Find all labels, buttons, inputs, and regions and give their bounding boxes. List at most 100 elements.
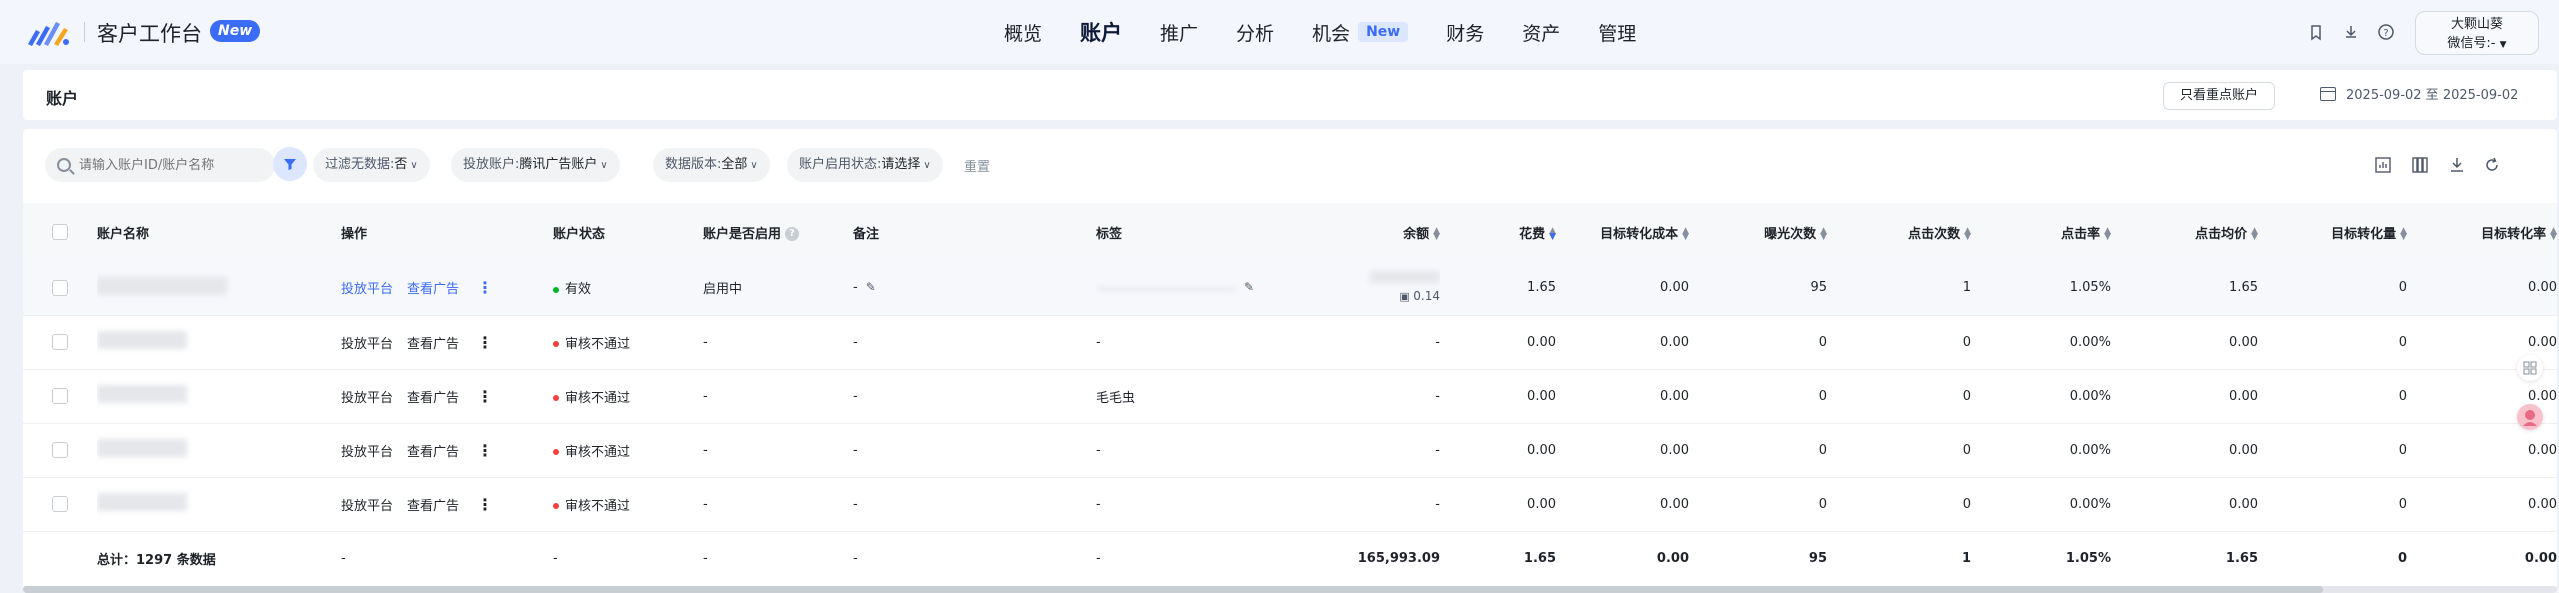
clicks-cell: 0 [1827, 477, 1971, 532]
nav-account[interactable]: 账户 [1080, 17, 1122, 47]
header-conv-rate[interactable]: 目标转化率 ▲ ▼ [2407, 203, 2557, 261]
top-navigation-bar: 客户工作台 New 概览 账户 推广 分析 机会 New 财务 资产 管理 ? 大… [0, 0, 2559, 64]
columns-icon[interactable] [2411, 156, 2429, 174]
account-name-redacted[interactable] [97, 331, 187, 349]
assistant-avatar-icon[interactable] [2517, 404, 2543, 430]
user-account-menu[interactable]: 大颗山葵 微信号:- ▼ [2415, 11, 2539, 55]
filter-enable-status[interactable]: 账户启用状态:请选择 ∨ [787, 148, 943, 182]
more-vertical-icon[interactable]: ⋮ [477, 495, 493, 514]
edit-pencil-icon[interactable]: ✎ [866, 280, 876, 294]
refresh-icon[interactable] [2483, 156, 2501, 174]
total-spacer [23, 531, 97, 585]
more-vertical-icon[interactable]: ⋮ [477, 441, 493, 460]
note-cell: - [853, 477, 1096, 532]
open-platform-link[interactable]: 投放平台 [341, 387, 393, 406]
select-all-checkbox[interactable] [52, 224, 68, 240]
more-vertical-icon[interactable]: ⋮ [477, 387, 493, 406]
nav-analysis[interactable]: 分析 [1236, 19, 1274, 46]
sort-icon: ▲ ▼ [2400, 226, 2407, 242]
clicks-cell: 1 [1827, 261, 1971, 316]
sort-icon: ▲ ▼ [1964, 226, 1971, 242]
header-conversions[interactable]: 目标转化量 ▲ ▼ [2258, 203, 2407, 261]
header-enabled: 账户是否启用? [703, 203, 853, 261]
balance-cell: ▣ 0.14 [1348, 261, 1440, 316]
header-ctr[interactable]: 点击率 ▲ ▼ [1971, 203, 2111, 261]
ctr-cell: 1.05% [1971, 261, 2111, 316]
open-platform-link[interactable]: 投放平台 [341, 278, 393, 297]
impressions-cell: 95 [1689, 261, 1827, 316]
impressions-cell: 0 [1689, 315, 1827, 370]
account-table: 账户名称 操作 账户状态 账户是否启用? 备注 标签 余额 ▲ ▼ 花费 ▲ ▼ 目标转… [23, 203, 2557, 585]
status-dot [553, 286, 559, 293]
open-platform-link[interactable]: 投放平台 [341, 495, 393, 514]
note-cell: - [853, 423, 1096, 478]
open-platform-link[interactable]: 投放平台 [341, 441, 393, 460]
filter-ad-account[interactable]: 投放账户:腾讯广告账户 ∨ [451, 148, 620, 182]
nav-finance[interactable]: 财务 [1446, 19, 1484, 46]
focus-accounts-button[interactable]: 只看重点账户 [2163, 82, 2276, 110]
header-note: 备注 [853, 203, 1096, 261]
header-cost[interactable]: 花费 ▲ ▼ [1440, 203, 1556, 261]
reset-link[interactable]: 重置 [964, 156, 990, 175]
filter-button[interactable] [273, 147, 307, 181]
row-checkbox[interactable] [52, 279, 68, 296]
cpc-cell: 0.00 [2111, 369, 2258, 424]
status-dot [553, 395, 559, 401]
search-input[interactable] [79, 157, 249, 173]
nav-promotion[interactable]: 推广 [1160, 19, 1198, 46]
scrollbar-thumb[interactable] [23, 586, 2323, 593]
view-ads-link[interactable]: 查看广告 [407, 495, 459, 514]
header-balance[interactable]: 余额 ▲ ▼ [1348, 203, 1440, 261]
row-checkbox[interactable] [52, 442, 68, 458]
header-target-cost[interactable]: 目标转化成本 ▲ ▼ [1556, 203, 1689, 261]
app-grid-icon[interactable] [2517, 355, 2543, 381]
horizontal-scrollbar[interactable] [23, 586, 2557, 593]
clicks-cell: 0 [1827, 423, 1971, 478]
nav-overview[interactable]: 概览 [1004, 19, 1042, 46]
nav-new-badge: New [1358, 22, 1409, 42]
search-box[interactable] [45, 148, 275, 182]
chart-icon[interactable] [2374, 156, 2392, 174]
edit-pencil-icon[interactable]: ✎ [1244, 280, 1254, 294]
header-clicks[interactable]: 点击次数 ▲ ▼ [1827, 203, 1971, 261]
row-checkbox[interactable] [52, 334, 68, 350]
view-ads-link[interactable]: 查看广告 [407, 333, 459, 352]
header-impressions[interactable]: 曝光次数 ▲ ▼ [1689, 203, 1827, 261]
view-ads-link[interactable]: 查看广告 [407, 278, 459, 297]
nav-opportunity[interactable]: 机会 New [1312, 19, 1409, 46]
account-name-redacted[interactable] [97, 493, 187, 511]
row-select-cell [23, 261, 97, 316]
help-icon[interactable]: ? [785, 227, 800, 241]
account-name-redacted[interactable] [97, 439, 187, 457]
sort-icon: ▲ ▼ [2251, 226, 2258, 242]
open-platform-link[interactable]: 投放平台 [341, 333, 393, 352]
filter-no-data[interactable]: 过滤无数据:否 ∨ [313, 148, 430, 182]
nav-assets[interactable]: 资产 [1522, 19, 1560, 46]
view-ads-link[interactable]: 查看广告 [407, 441, 459, 460]
more-vertical-icon[interactable]: ⋮ [477, 333, 493, 352]
filter-data-version[interactable]: 数据版本:全部 ∨ [653, 148, 770, 182]
table-row: 投放平台 查看广告 ⋮ 审核不通过 - - - -0.00 0.00 0 0 0.00% 0.00 0 0.… [23, 315, 2557, 370]
cpc-cell: 1.65 [2111, 261, 2258, 316]
impressions-cell: 0 [1689, 369, 1827, 424]
account-name-cell [97, 477, 341, 532]
app-logo-icon[interactable] [26, 18, 72, 48]
more-vertical-icon[interactable]: ⋮ [477, 278, 493, 297]
status-text: 审核不通过 [565, 336, 631, 352]
row-checkbox[interactable] [52, 388, 68, 404]
status-text: 审核不通过 [565, 444, 631, 460]
help-icon[interactable]: ? [2376, 22, 2396, 42]
bookmark-icon[interactable] [2306, 22, 2326, 42]
total-status: - [553, 531, 703, 585]
balance-redacted [1370, 270, 1440, 283]
account-name-redacted[interactable] [97, 385, 187, 403]
header-cpc[interactable]: 点击均价 ▲ ▼ [2111, 203, 2258, 261]
row-checkbox[interactable] [52, 496, 68, 512]
account-name-redacted[interactable] [97, 276, 227, 295]
download-icon[interactable] [2448, 156, 2466, 174]
download-icon[interactable] [2341, 22, 2361, 42]
view-ads-link[interactable]: 查看广告 [407, 387, 459, 406]
table-row: 投放平台 查看广告 ⋮ 有效 启用中 - ✎ ✎ ▣ 0.14 1.65 0.00 95 1 1.05% 1… [23, 261, 2557, 316]
nav-management[interactable]: 管理 [1598, 19, 1636, 46]
date-range-picker[interactable]: 2025-09-02 至 2025-09-02 [2320, 84, 2518, 103]
